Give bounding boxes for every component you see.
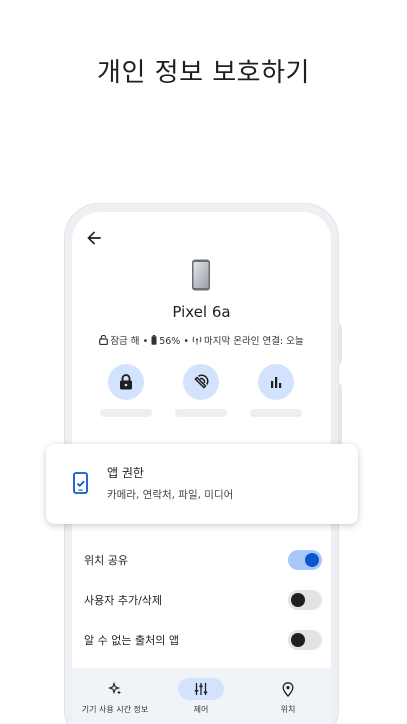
toggle-row-location-sharing[interactable]: 위치 공유 [84,548,322,572]
separator-dot: • [142,336,152,347]
nav-label: 기기 사용 시간 정보 [81,705,149,714]
toggle-row-unknown-sources[interactable]: 알 수 없는 출처의 앱 [84,628,322,652]
unknown-sources-switch[interactable] [288,630,322,650]
lock-status: 잠금 해 [110,336,140,347]
toggle-row-add-remove-users[interactable]: 사용자 추가/삭제 [84,588,322,612]
switch-knob [291,633,305,647]
ring-device-button[interactable] [183,364,219,400]
bottom-navigation: 기기 사용 시간 정보 제어 위치 [72,668,331,724]
bar-chart-icon [271,377,282,388]
battery-icon [151,335,157,345]
lock-open-icon [99,335,109,345]
last-online: 마지막 온라인 연결: 오늘 [204,336,304,347]
nav-item-screen-time[interactable]: 기기 사용 시간 정보 [72,678,158,715]
nav-item-location[interactable]: 위치 [245,678,331,715]
lock-icon [120,374,132,390]
toggle-label: 사용자 추가/삭제 [84,594,163,607]
app-permissions-card[interactable]: 앱 권한 카메라, 연락처, 파일, 미디어 [46,444,358,524]
sliders-icon [178,678,224,700]
back-arrow-icon[interactable] [84,228,104,248]
switch-knob [291,593,305,607]
device-name: Pixel 6a [172,303,231,321]
ring-device-icon [194,374,209,389]
battery-level: 56% [159,336,181,347]
usage-stats-button[interactable] [258,364,294,400]
signal-icon [192,336,202,345]
action-label-placeholder [175,409,227,417]
action-label-placeholder [250,409,302,417]
switch-knob [305,553,319,567]
card-title: 앱 권한 [107,466,144,480]
device-status-line: 잠금 해 • 56% • 마지막 온라인 연결: 오늘 [72,333,331,347]
page-title: 개인 정보 보호하기 [97,58,310,88]
add-remove-users-switch[interactable] [288,590,322,610]
lock-device-button[interactable] [108,364,144,400]
phone-device-icon [192,259,210,291]
location-pin-icon [245,678,331,700]
phone-check-icon [73,472,88,494]
separator-dot: • [183,336,192,347]
toggle-label: 알 수 없는 출처의 앱 [84,634,179,647]
nav-label: 제어 [193,705,209,714]
nav-label: 위치 [280,705,296,714]
nav-item-controls[interactable]: 제어 [158,678,244,715]
phone-side-button [338,324,342,364]
toggle-label: 위치 공유 [84,554,128,567]
location-sharing-switch[interactable] [288,550,322,570]
action-label-placeholder [100,409,152,417]
sparkle-icon [72,678,158,700]
card-subtitle: 카메라, 연락처, 파일, 미디어 [107,489,234,501]
